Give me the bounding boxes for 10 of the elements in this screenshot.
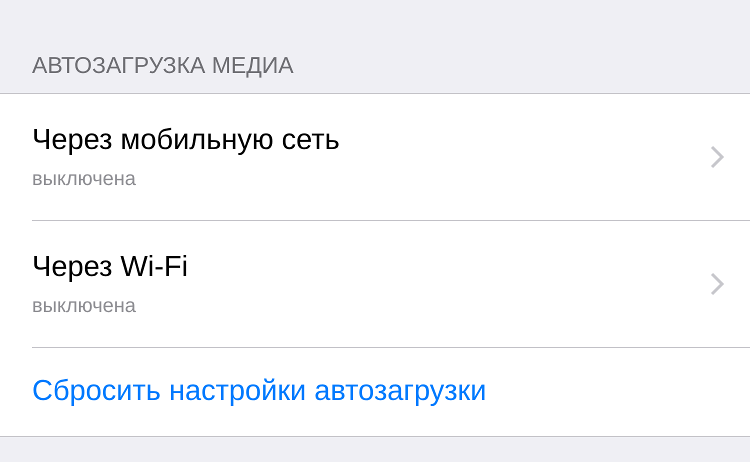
row-value: выключена bbox=[32, 294, 137, 318]
reset-link[interactable]: Сбросить настройки автозагрузки bbox=[32, 370, 486, 414]
row-title: Через Wi-Fi bbox=[32, 250, 188, 284]
section-header: АВТОЗАГРУЗКА МЕДИА bbox=[32, 54, 294, 77]
row-value: выключена bbox=[32, 167, 137, 192]
chevron-icon bbox=[710, 272, 724, 296]
row-title: Через мобильную сеть bbox=[32, 122, 340, 158]
settings-row[interactable]: Через Wi-Fi выключена bbox=[32, 221, 750, 348]
chevron-icon bbox=[710, 145, 724, 169]
settings-row[interactable]: Через мобильную сеть выключена bbox=[32, 94, 750, 221]
